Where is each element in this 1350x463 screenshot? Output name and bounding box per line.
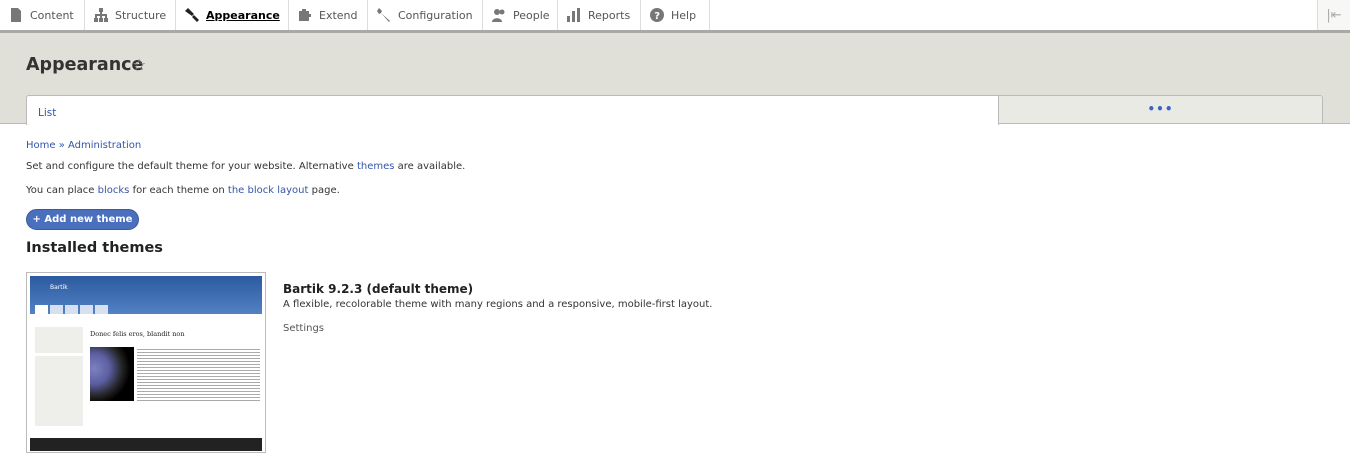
theme-description: A flexible, recolorable theme with many … — [283, 299, 713, 310]
text: page. — [308, 185, 340, 196]
sitemap-icon — [94, 8, 108, 22]
text: You can place — [26, 185, 98, 196]
svg-text:?: ? — [654, 11, 660, 22]
screenshot-tab — [50, 305, 63, 314]
toolbar-label: Content — [30, 8, 74, 22]
intro-text: Set and configure the default theme for … — [26, 161, 465, 172]
breadcrumb-administration[interactable]: Administration — [68, 140, 141, 151]
screenshot-tab — [35, 305, 48, 314]
screenshot-header: Bartik — [30, 276, 262, 314]
toolbar-label: Extend — [319, 8, 358, 22]
screenshot-site-name: Bartik — [50, 284, 68, 291]
installed-themes-heading: Installed themes — [26, 240, 163, 256]
text: are available. — [394, 161, 466, 172]
breadcrumb-home[interactable]: Home — [26, 140, 56, 151]
block-layout-link[interactable]: the block layout — [228, 185, 309, 196]
collapse-toolbar-button[interactable]: |⇤ — [1317, 0, 1350, 30]
toolbar-item-people[interactable]: People — [483, 0, 558, 30]
toolbar-label: Help — [671, 8, 697, 22]
screenshot-tab — [65, 305, 78, 314]
screenshot-tab — [95, 305, 108, 314]
screenshot-footer — [30, 438, 262, 451]
admin-toolbar: Content Structure Appearance Extend Conf… — [0, 0, 1350, 33]
blocks-link[interactable]: blocks — [98, 185, 130, 196]
breadcrumb: Home » Administration — [26, 140, 141, 151]
help-icon: ? — [650, 8, 664, 22]
screenshot-article-title: Donec felis eros, blandit non — [90, 330, 185, 338]
toolbar-label: Structure — [115, 8, 167, 22]
puzzle-icon — [299, 9, 311, 21]
toolbar-label: People — [513, 8, 550, 22]
screenshot-tab — [80, 305, 93, 314]
bar-chart-icon — [567, 8, 580, 22]
theme-screenshot: Bartik Donec felis eros, blandit non — [26, 272, 266, 453]
paintbrush-icon — [185, 8, 199, 22]
screenshot-sidebar — [35, 356, 83, 426]
toolbar-item-structure[interactable]: Structure — [85, 0, 176, 30]
tab-more-button[interactable]: ••• — [998, 95, 1323, 124]
toolbar-item-reports[interactable]: Reports — [558, 0, 641, 30]
screenshot-body-text — [137, 347, 260, 401]
toolbar-item-help[interactable]: ? Help — [641, 0, 710, 30]
block-layout-text: You can place blocks for each theme on t… — [26, 185, 340, 196]
page-header: Appearance ☆ List ••• — [0, 33, 1350, 125]
wrench-icon — [377, 8, 390, 22]
breadcrumb-separator: » — [55, 140, 69, 151]
people-icon — [492, 9, 505, 22]
theme-name: Bartik 9.2.3 (default theme) — [283, 282, 474, 296]
toolbar-item-content[interactable]: Content — [0, 0, 85, 30]
toolbar-item-appearance[interactable]: Appearance — [176, 0, 289, 30]
toolbar-label: Appearance — [206, 8, 280, 22]
page-title: Appearance — [26, 55, 144, 75]
screenshot-earth-image — [90, 347, 134, 401]
screenshot-sidebar — [35, 327, 83, 353]
toolbar-item-extend[interactable]: Extend — [289, 0, 368, 30]
file-icon — [11, 8, 21, 22]
theme-settings-link[interactable]: Settings — [283, 323, 324, 334]
shortcut-star-icon[interactable]: ☆ — [132, 55, 146, 74]
toolbar-label: Reports — [588, 8, 631, 22]
themes-link[interactable]: themes — [357, 161, 395, 172]
text: for each theme on — [129, 185, 228, 196]
text: Set and configure the default theme for … — [26, 161, 357, 172]
tab-list[interactable]: List — [26, 95, 999, 125]
toolbar-item-configuration[interactable]: Configuration — [368, 0, 483, 30]
toolbar-label: Configuration — [398, 8, 473, 22]
add-new-theme-button[interactable]: + Add new theme — [26, 209, 139, 230]
